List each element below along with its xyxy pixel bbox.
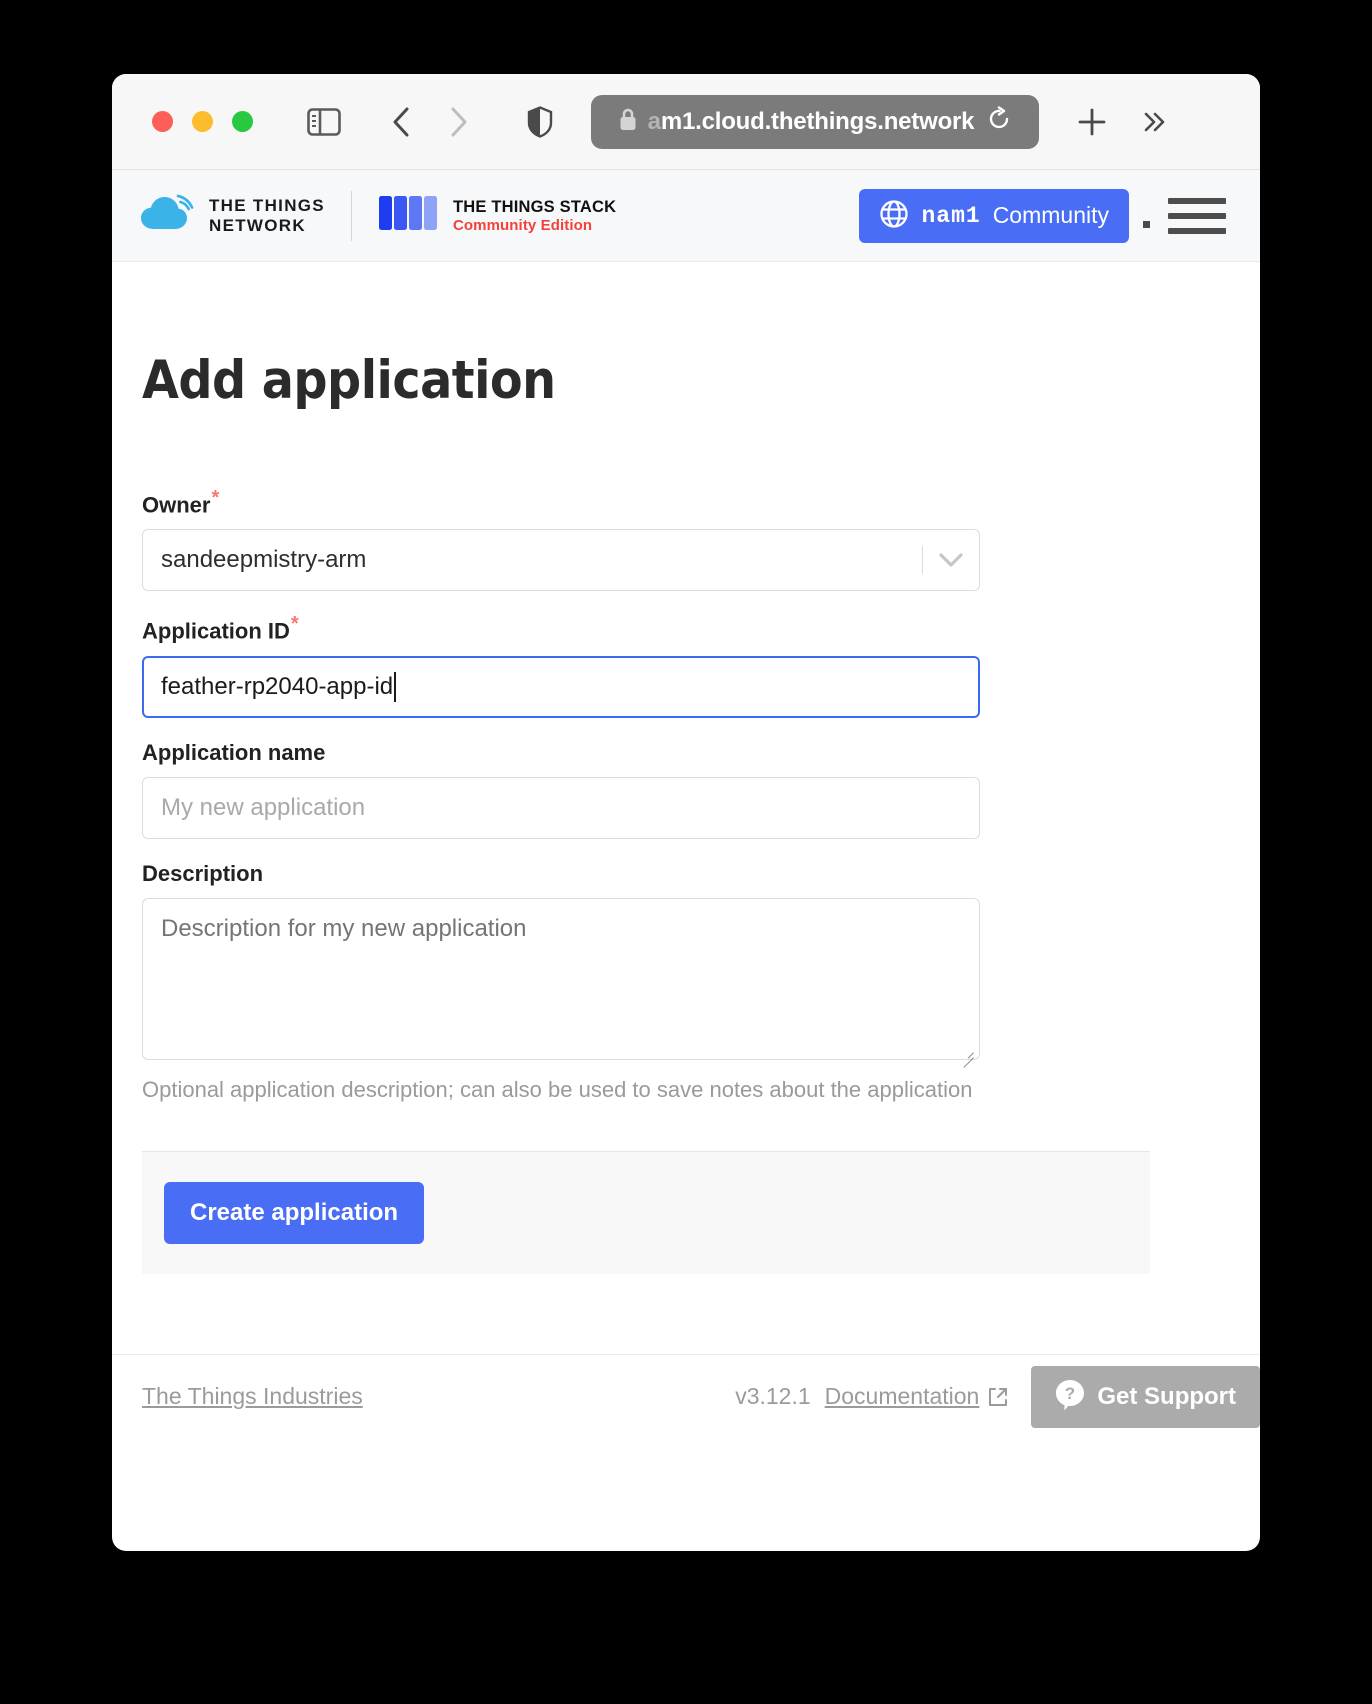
- more-tabs-icon[interactable]: [1141, 108, 1169, 136]
- external-link-icon: [987, 1386, 1009, 1408]
- stack-title: THE THINGS STACK: [452, 197, 617, 216]
- field-application-name: Application name: [142, 740, 1228, 839]
- stack-subtitle: Community Edition: [452, 216, 593, 234]
- minimize-window-button[interactable]: [192, 111, 213, 132]
- form-container: Add application Owner* sandeepmistry-arm: [112, 350, 1260, 1274]
- owner-selected-value: sandeepmistry-arm: [161, 546, 367, 574]
- field-application-id: Application ID* feather-rp2040-app-id: [142, 613, 1228, 718]
- field-description: Description Optional application descrip…: [142, 861, 1228, 1103]
- forward-button[interactable]: [449, 106, 469, 138]
- get-support-label: Get Support: [1097, 1382, 1236, 1410]
- header-status-dot: [1143, 221, 1150, 228]
- question-mark-icon: ?: [1055, 1379, 1085, 1414]
- svg-text:?: ?: [1065, 1384, 1075, 1403]
- page-content: Add application Owner* sandeepmistry-arm: [112, 262, 1260, 1438]
- owner-required-mark: *: [211, 487, 220, 509]
- description-input-row: [142, 897, 980, 1065]
- text-cursor: [394, 671, 397, 702]
- url-faded-prefix: a: [647, 107, 661, 135]
- version-label: v3.12.1: [735, 1383, 811, 1409]
- address-bar-text: am1.cloud.thethings.network: [648, 108, 975, 136]
- cluster-selector-button[interactable]: nam1 Community: [859, 188, 1129, 243]
- lock-icon: [619, 108, 637, 136]
- owner-select[interactable]: sandeepmistry-arm: [142, 529, 980, 592]
- shield-icon[interactable]: [527, 105, 553, 138]
- browser-window: am1.cloud.thethings.network THE THINGS N…: [112, 74, 1260, 1551]
- description-textarea[interactable]: [142, 897, 980, 1060]
- app-header: THE THINGS NETWORK THE THINGS STACK Comm…: [112, 170, 1260, 262]
- get-support-button[interactable]: ? Get Support: [1031, 1365, 1260, 1428]
- globe-icon: [879, 199, 909, 232]
- stack-wordmark: THE THINGS STACK Community Edition: [453, 198, 616, 234]
- maximize-window-button[interactable]: [232, 111, 253, 132]
- address-bar[interactable]: am1.cloud.thethings.network: [591, 94, 1039, 149]
- documentation-link[interactable]: Documentation: [825, 1383, 980, 1410]
- ttn-logo[interactable]: THE THINGS NETWORK: [140, 193, 325, 238]
- hamburger-menu-icon[interactable]: [1168, 197, 1226, 234]
- description-label: Description: [142, 860, 264, 886]
- new-tab-icon[interactable]: [1077, 107, 1107, 137]
- browser-toolbar: am1.cloud.thethings.network: [112, 74, 1260, 170]
- owner-label: Owner*: [142, 487, 219, 518]
- application-name-input-row: [142, 776, 980, 839]
- window-controls: [152, 111, 253, 132]
- owner-input-row: sandeepmistry-arm: [142, 529, 980, 592]
- application-id-input[interactable]: feather-rp2040-app-id: [142, 655, 980, 718]
- brand-line-1: THE THINGS: [209, 196, 325, 216]
- ttn-wordmark: THE THINGS NETWORK: [209, 196, 325, 234]
- description-help-text: Optional application description; can al…: [142, 1076, 973, 1102]
- stack-cards-icon: [378, 192, 442, 239]
- application-name-label: Application name: [142, 739, 326, 765]
- cloud-icon: [140, 193, 198, 238]
- submit-panel: Create application: [142, 1150, 1150, 1274]
- close-window-button[interactable]: [152, 111, 173, 132]
- the-things-industries-link[interactable]: The Things Industries: [142, 1383, 363, 1410]
- page-footer: The Things Industries v3.12.1 Documentat…: [112, 1354, 1260, 1438]
- cluster-name: nam1: [921, 202, 981, 229]
- application-id-label: Application ID*: [142, 613, 299, 644]
- cluster-label: Community: [992, 202, 1109, 228]
- header-divider: [350, 190, 352, 241]
- application-id-label-text: Application ID: [142, 618, 290, 644]
- url-main-text: m1.cloud.thethings.network: [660, 107, 975, 135]
- application-name-input[interactable]: [142, 776, 980, 839]
- application-id-input-row: feather-rp2040-app-id: [142, 655, 980, 718]
- back-button[interactable]: [391, 106, 411, 138]
- field-owner: Owner* sandeepmistry-arm: [142, 487, 1228, 592]
- things-stack-logo[interactable]: THE THINGS STACK Community Edition: [378, 192, 616, 239]
- create-application-button[interactable]: Create application: [164, 1181, 425, 1244]
- sidebar-toggle-icon[interactable]: [307, 107, 341, 136]
- owner-label-text: Owner: [142, 492, 211, 518]
- application-id-required-mark: *: [290, 613, 299, 636]
- chevron-down-icon[interactable]: [923, 552, 979, 568]
- application-id-value: feather-rp2040-app-id: [161, 672, 394, 700]
- reload-icon[interactable]: [987, 106, 1011, 137]
- page-title: Add application: [142, 350, 556, 411]
- brand-line-2: NETWORK: [209, 215, 306, 235]
